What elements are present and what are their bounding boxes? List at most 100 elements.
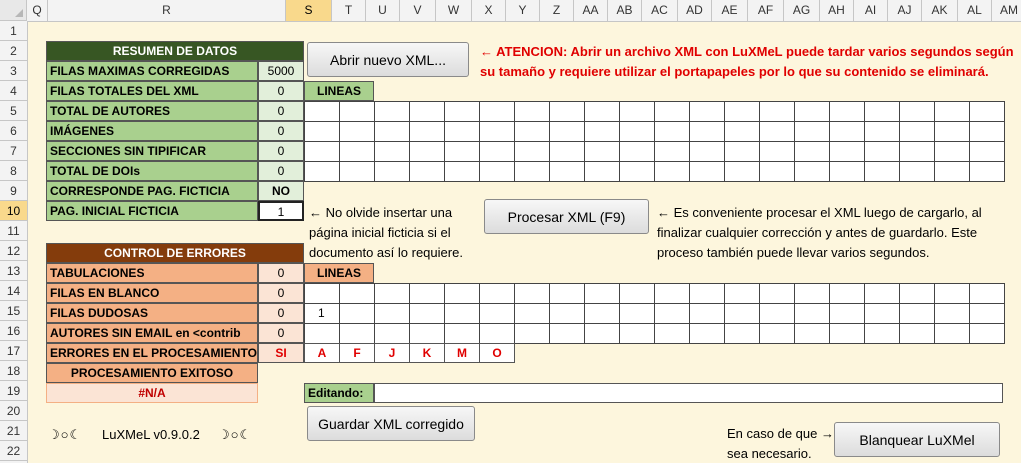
- control-value[interactable]: 0: [258, 303, 304, 323]
- column-header-r[interactable]: R: [48, 0, 286, 21]
- grid-cell[interactable]: [304, 101, 340, 122]
- grid-cell[interactable]: [794, 161, 830, 182]
- grid-cell[interactable]: [899, 303, 935, 324]
- grid-cell[interactable]: [409, 283, 445, 304]
- column-header-ae[interactable]: AE: [712, 0, 748, 21]
- resumen-value[interactable]: 0: [258, 161, 304, 181]
- grid-cell[interactable]: [864, 161, 900, 182]
- grid-cell[interactable]: [794, 323, 830, 344]
- grid-cell[interactable]: [654, 303, 690, 324]
- grid-cell[interactable]: [619, 101, 655, 122]
- grid-cell[interactable]: [584, 101, 620, 122]
- grid-cell[interactable]: [934, 283, 970, 304]
- grid-cell[interactable]: [304, 161, 340, 182]
- grid-cell[interactable]: [444, 303, 480, 324]
- grid-cell[interactable]: [304, 141, 340, 162]
- control-value[interactable]: 0: [258, 323, 304, 343]
- row-header-21[interactable]: 21: [0, 421, 27, 441]
- grid-cell[interactable]: [584, 303, 620, 324]
- grid-cell[interactable]: [724, 101, 760, 122]
- grid-cell[interactable]: [689, 323, 725, 344]
- procesar-xml-button[interactable]: Procesar XML (F9): [484, 199, 649, 234]
- grid-cell[interactable]: [969, 101, 1005, 122]
- grid-cell[interactable]: [654, 323, 690, 344]
- error-letter[interactable]: M: [444, 343, 480, 363]
- select-all-corner[interactable]: [0, 0, 27, 21]
- grid-cell[interactable]: [794, 141, 830, 162]
- grid-cell[interactable]: [374, 303, 410, 324]
- grid-cell[interactable]: [479, 303, 515, 324]
- resumen-value[interactable]: 0: [258, 101, 304, 121]
- grid-cell[interactable]: [864, 141, 900, 162]
- grid-cell[interactable]: [619, 161, 655, 182]
- grid-cell[interactable]: [654, 161, 690, 182]
- grid-cell[interactable]: [864, 303, 900, 324]
- row-header-2[interactable]: 2: [0, 41, 27, 61]
- grid-cell[interactable]: [479, 101, 515, 122]
- column-header-al[interactable]: AL: [958, 0, 992, 21]
- grid-cell[interactable]: [829, 141, 865, 162]
- grid-cell[interactable]: [514, 283, 550, 304]
- column-header-s[interactable]: S: [286, 0, 332, 21]
- grid-cell[interactable]: [969, 303, 1005, 324]
- grid-cell[interactable]: 1: [304, 303, 340, 324]
- grid-cell[interactable]: [584, 141, 620, 162]
- column-header-af[interactable]: AF: [748, 0, 784, 21]
- grid-cell[interactable]: [829, 283, 865, 304]
- grid-cell[interactable]: [444, 283, 480, 304]
- grid-cell[interactable]: [969, 283, 1005, 304]
- grid-cell[interactable]: [724, 141, 760, 162]
- column-header-ac[interactable]: AC: [642, 0, 678, 21]
- grid-cell[interactable]: [584, 161, 620, 182]
- grid-cell[interactable]: [759, 323, 795, 344]
- column-header-w[interactable]: W: [436, 0, 472, 21]
- abrir-xml-button[interactable]: Abrir nuevo XML...: [307, 42, 469, 77]
- grid-cell[interactable]: [829, 323, 865, 344]
- grid-cell[interactable]: [619, 141, 655, 162]
- row-header-8[interactable]: 8: [0, 161, 27, 181]
- grid-cell[interactable]: [619, 323, 655, 344]
- grid-cell[interactable]: [409, 303, 445, 324]
- guardar-xml-button[interactable]: Guardar XML corregido: [307, 406, 475, 441]
- editando-field[interactable]: [374, 383, 1003, 403]
- grid-cell[interactable]: [899, 283, 935, 304]
- grid-cell[interactable]: [829, 303, 865, 324]
- row-header-11[interactable]: 11: [0, 221, 27, 241]
- grid-cell[interactable]: [444, 141, 480, 162]
- grid-cell[interactable]: [934, 303, 970, 324]
- column-header-z[interactable]: Z: [540, 0, 574, 21]
- row-header-10[interactable]: 10: [0, 201, 27, 221]
- grid-cell[interactable]: [899, 121, 935, 142]
- grid-cell[interactable]: [829, 161, 865, 182]
- grid-cell[interactable]: [794, 303, 830, 324]
- resumen-value[interactable]: 0: [258, 141, 304, 161]
- grid-cell[interactable]: [339, 303, 375, 324]
- column-header-v[interactable]: V: [400, 0, 436, 21]
- grid-cell[interactable]: [339, 161, 375, 182]
- error-letter[interactable]: J: [374, 343, 410, 363]
- grid-cell[interactable]: [549, 141, 585, 162]
- grid-cell[interactable]: [584, 323, 620, 344]
- grid-cell[interactable]: [654, 141, 690, 162]
- grid-cell[interactable]: [304, 283, 340, 304]
- row-header-14[interactable]: 14: [0, 281, 27, 301]
- control-value[interactable]: SI: [258, 343, 304, 363]
- grid-cell[interactable]: [654, 101, 690, 122]
- grid-cell[interactable]: [829, 101, 865, 122]
- column-header-x[interactable]: X: [472, 0, 506, 21]
- grid-cell[interactable]: [724, 121, 760, 142]
- grid-cell[interactable]: [934, 101, 970, 122]
- grid-cell[interactable]: [689, 161, 725, 182]
- grid-cell[interactable]: [689, 141, 725, 162]
- grid-cell[interactable]: [549, 121, 585, 142]
- blanquear-button[interactable]: Blanquear LuXMel: [834, 422, 1000, 457]
- grid-cell[interactable]: [864, 121, 900, 142]
- grid-cell[interactable]: [339, 101, 375, 122]
- grid-cell[interactable]: [794, 101, 830, 122]
- grid-cell[interactable]: [339, 323, 375, 344]
- column-header-aa[interactable]: AA: [574, 0, 608, 21]
- column-header-ab[interactable]: AB: [608, 0, 642, 21]
- grid-cell[interactable]: [759, 141, 795, 162]
- column-header-aj[interactable]: AJ: [888, 0, 922, 21]
- grid-cell[interactable]: [759, 303, 795, 324]
